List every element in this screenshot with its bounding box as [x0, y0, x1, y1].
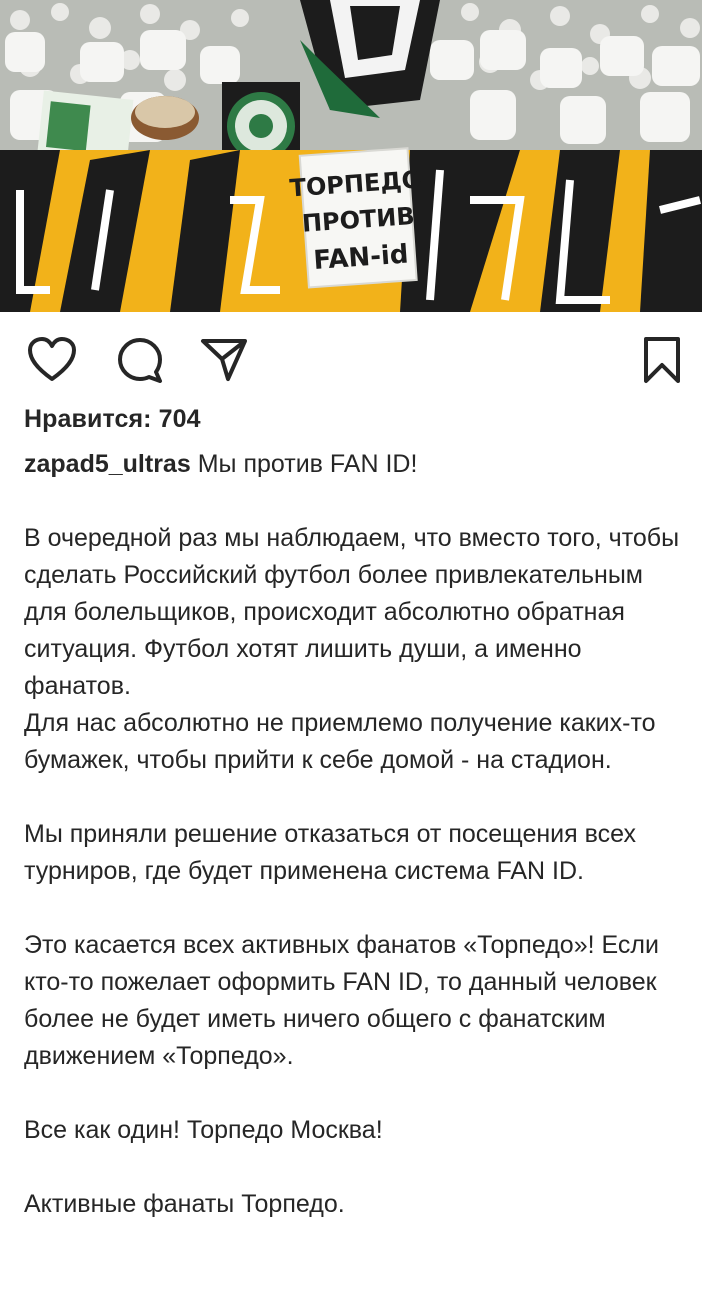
save-button[interactable] — [636, 334, 688, 386]
bookmark-icon — [644, 337, 680, 383]
comment-button[interactable] — [114, 334, 166, 386]
post-username[interactable]: zapad5_ultras — [24, 450, 191, 478]
post-photo[interactable]: ТОРПЕДО ПРОТИВ FAN-id — [0, 0, 702, 312]
paper-plane-icon — [201, 339, 247, 381]
caption-paragraph-1: В очередной раз мы наблюдаем, что вместо… — [24, 524, 680, 700]
caption-paragraph-5: Все как один! Торпедо Москва! — [24, 1116, 383, 1144]
stadium-fans-image: ТОРПЕДО ПРОТИВ FAN-id — [0, 0, 702, 312]
comment-icon — [118, 338, 162, 383]
caption-paragraph-2: Для нас абсолютно не приемлемо получение… — [24, 709, 656, 774]
like-button[interactable] — [26, 334, 78, 386]
caption-paragraph-4: Это касается всех активных фанатов «Торп… — [24, 931, 659, 1070]
share-button[interactable] — [198, 334, 250, 386]
post-action-bar — [0, 312, 702, 400]
heart-icon — [28, 337, 76, 381]
post-caption: zapad5_ultras Мы против FAN ID! В очеред… — [24, 446, 688, 1223]
caption-paragraph-3: Мы приняли решение отказаться от посещен… — [24, 820, 636, 885]
caption-paragraph-6: Активные фанаты Торпедо. — [24, 1190, 345, 1218]
caption-headline: Мы против FAN ID! — [197, 450, 418, 478]
likes-count[interactable]: Нравится: 704 — [24, 402, 201, 436]
caption-first-line: zapad5_ultras Мы против FAN ID! — [24, 446, 688, 483]
